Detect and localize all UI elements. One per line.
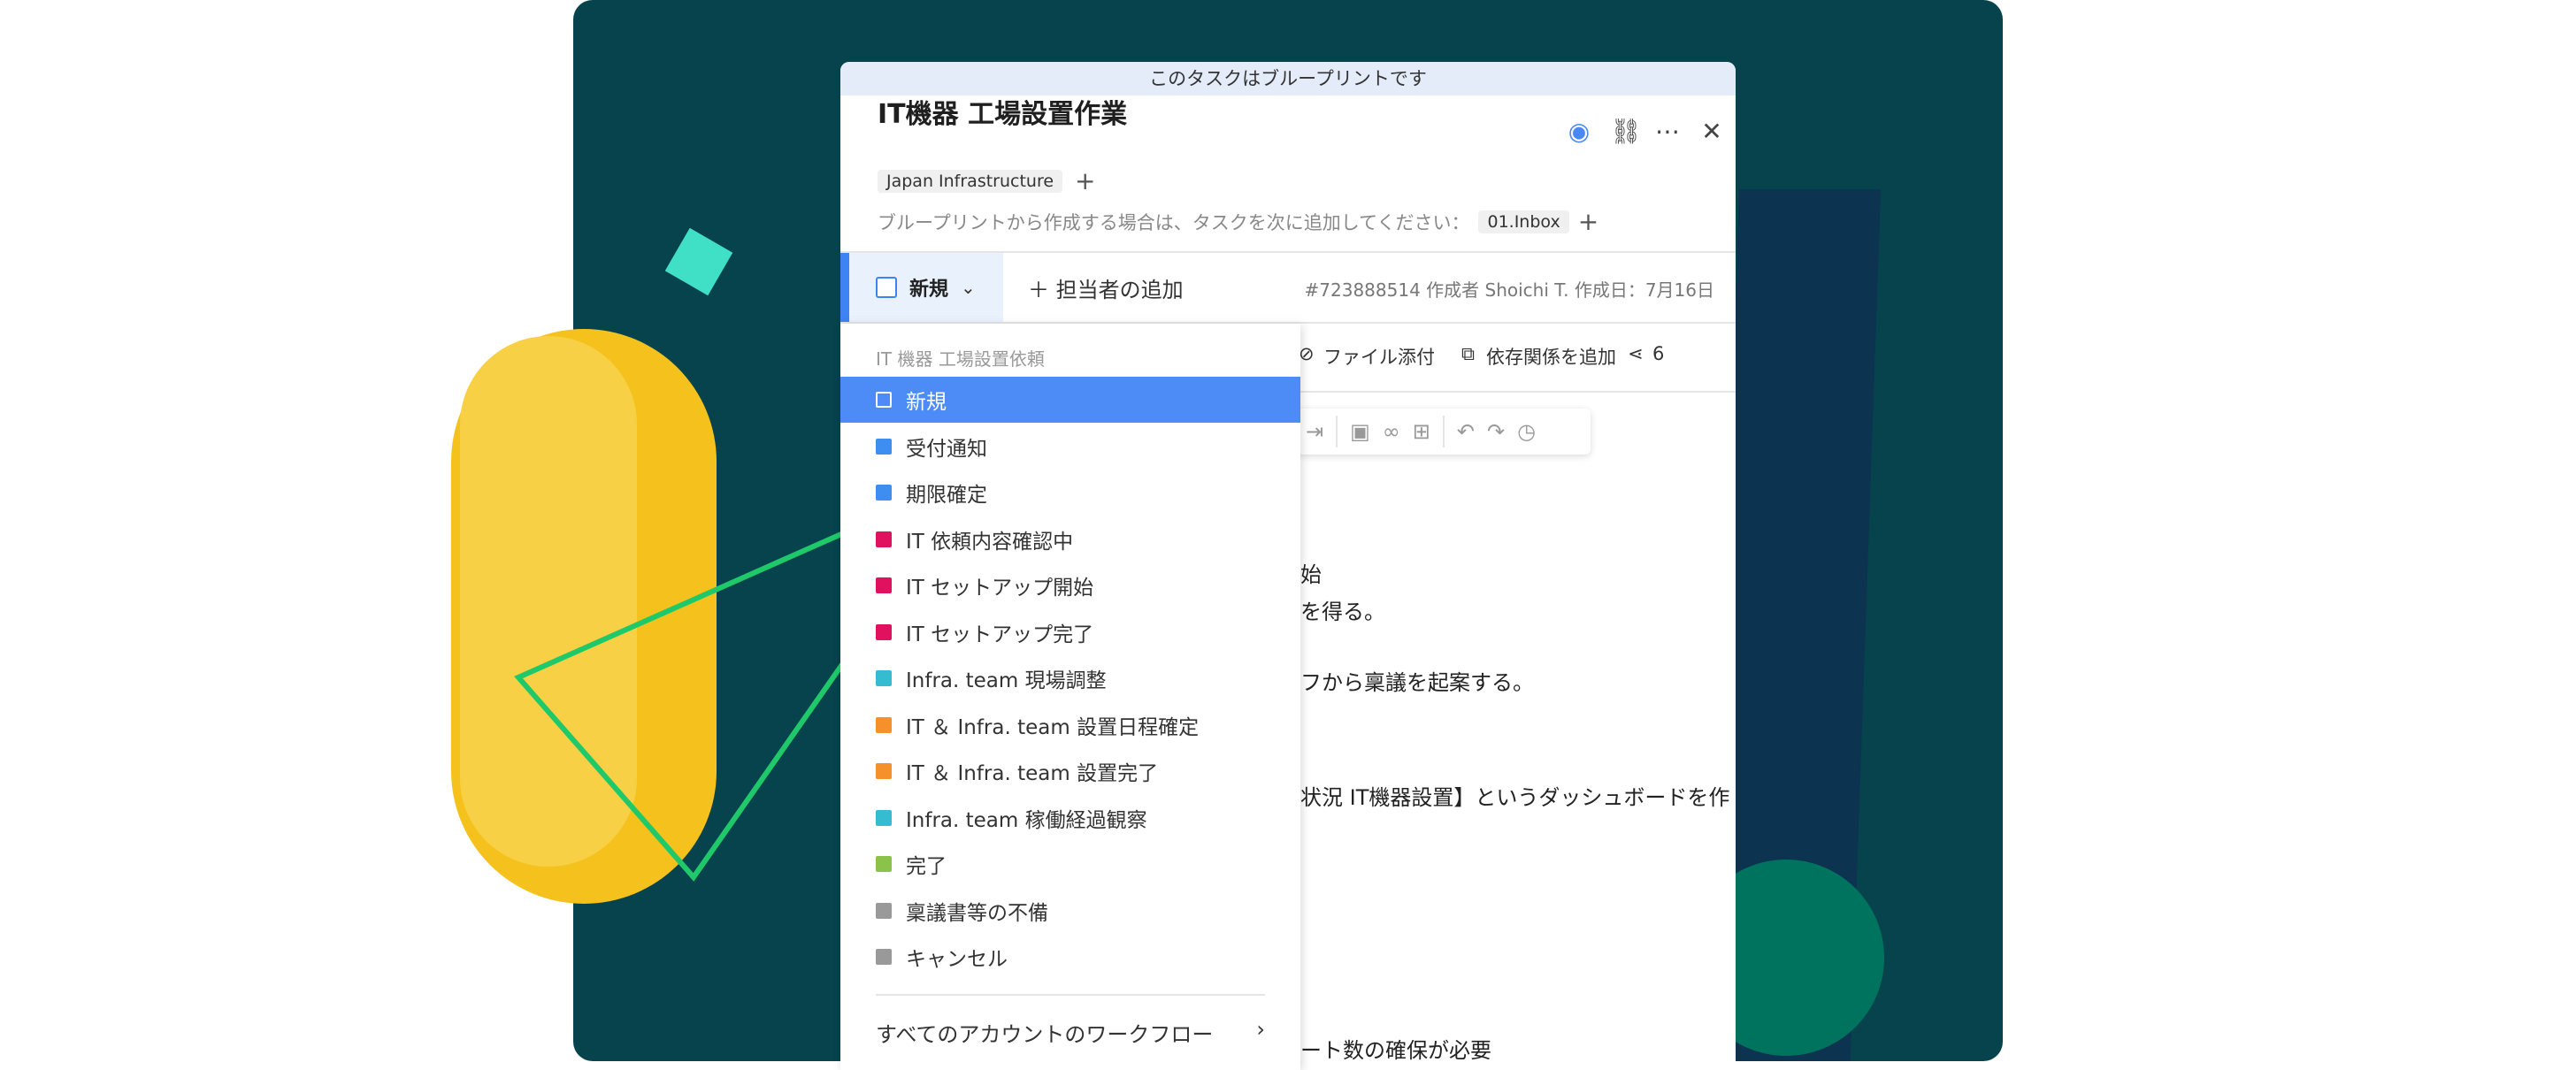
blueprint-row: ブループリントから作成する場合は、タスクを次に追加してください： 01.Inbo… <box>878 207 1598 236</box>
status-option-label: IT ＆ Infra. team 設置完了 <box>906 762 1159 785</box>
indent-icon[interactable]: ⇥ <box>1306 419 1323 444</box>
status-option-label: 新規 <box>906 391 947 414</box>
status-option-label: IT セットアップ完了 <box>906 623 1094 646</box>
add-assignee-button[interactable]: ＋ 担当者の追加 <box>1028 272 1184 303</box>
status-option[interactable]: IT セットアップ完了 <box>840 609 1300 655</box>
checkbox-icon <box>876 277 897 298</box>
status-option[interactable]: IT ＆ Infra. team 設置完了 <box>840 748 1300 794</box>
status-option-label: 完了 <box>906 855 947 878</box>
status-color-icon <box>876 716 892 733</box>
body-line[interactable]: ート数の確保が必要 <box>1300 1033 1491 1064</box>
editor-toolbar: ⇥ ▣ ∞ ⊞ ↶ ↷ ◷ <box>1297 409 1591 455</box>
table-icon[interactable]: ⊞ <box>1413 419 1430 444</box>
more-icon[interactable]: ⋯ <box>1654 117 1681 146</box>
status-option[interactable]: 受付通知 <box>840 424 1300 470</box>
share-count[interactable]: 6 <box>1652 343 1664 364</box>
redo-icon[interactable]: ↷ <box>1487 419 1505 444</box>
add-tag-icon[interactable]: + <box>1075 166 1095 195</box>
status-label: 新規 <box>909 279 949 301</box>
status-color-icon <box>876 577 892 593</box>
status-option-label: IT ＆ Infra. team 設置日程確定 <box>906 715 1200 739</box>
status-option-label: キャンセル <box>906 948 1008 971</box>
chevron-right-icon: › <box>1256 1017 1265 1042</box>
tag-row: Japan Infrastructure + <box>878 166 1096 195</box>
body-line[interactable]: を得る。 <box>1300 594 1385 625</box>
status-color-icon <box>876 438 892 455</box>
status-color-icon <box>876 856 892 872</box>
status-color-icon <box>876 623 892 640</box>
status-color-icon <box>876 809 892 826</box>
body-line[interactable]: 始 <box>1300 557 1322 588</box>
status-option[interactable]: IT セットアップ開始 <box>840 562 1300 608</box>
status-option[interactable]: IT 依頼内容確認中 <box>840 516 1300 562</box>
status-option[interactable]: 稟議書等の不備 <box>840 888 1300 934</box>
status-color-icon <box>876 949 892 965</box>
dependency-button[interactable]: 依存関係を追加 <box>1486 343 1616 370</box>
attach-icon[interactable]: ⊘ <box>1299 343 1315 364</box>
status-option[interactable]: 期限確定 <box>840 470 1300 516</box>
share-icon[interactable]: ⋖ <box>1628 343 1644 364</box>
status-bar: 新規 ⌄ ＋ 担当者の追加 #723888514 作成者 Shoichi T. … <box>840 251 1736 324</box>
history-icon[interactable]: ◷ <box>1517 419 1536 444</box>
undo-icon[interactable]: ↶ <box>1457 419 1475 444</box>
status-option[interactable]: 完了 <box>840 841 1300 887</box>
status-option-label: Infra. team 稼働経過観察 <box>906 808 1147 832</box>
body-line[interactable]: フから稟議を起案する。 <box>1300 665 1534 696</box>
status-dropdown-button[interactable]: 新規 ⌄ <box>840 253 1003 322</box>
status-option[interactable]: 新規 <box>840 377 1300 423</box>
status-color-icon <box>876 902 892 919</box>
header-icons: ◉ ⛓ ⋯ ✕ <box>1566 117 1725 146</box>
task-title[interactable]: IT機器 工場設置作業 <box>878 92 1127 131</box>
divider <box>876 994 1265 996</box>
status-dropdown-menu: IT 機器 工場設置依頼 新規受付通知期限確定 IT 依頼内容確認中 IT セットア… <box>840 324 1300 1070</box>
status-color-icon <box>876 485 892 501</box>
status-option-label: 稟議書等の不備 <box>906 901 1048 925</box>
all-workflows-link[interactable]: すべてのアカウントのワークフロー › <box>876 1017 1265 1048</box>
status-option-label: 期限確定 <box>906 484 987 507</box>
status-option[interactable]: キャンセル <box>840 934 1300 980</box>
status-option[interactable]: Infra. team 現場調整 <box>840 655 1300 701</box>
status-option-label: IT セットアップ開始 <box>906 577 1094 600</box>
folder-tag[interactable]: Japan Infrastructure <box>878 169 1063 193</box>
status-option-label: Infra. team 現場調整 <box>906 669 1107 692</box>
status-color-icon <box>876 763 892 779</box>
status-option-label: 受付通知 <box>906 437 987 461</box>
rss-icon[interactable]: ◉ <box>1566 117 1592 146</box>
task-meta: #723888514 作成者 Shoichi T. 作成日：7月16日 <box>1304 279 1714 301</box>
status-color-icon <box>876 531 892 547</box>
link-icon[interactable]: ⛓ <box>1610 117 1642 146</box>
blueprint-note: ブループリントから作成する場合は、タスクを次に追加してください： <box>878 211 1470 233</box>
close-icon[interactable]: ✕ <box>1698 117 1725 146</box>
attach-button[interactable]: ファイル添付 <box>1323 343 1435 370</box>
blueprint-folder-tag[interactable]: 01.Inbox <box>1478 210 1569 233</box>
add-folder-icon[interactable]: + <box>1578 207 1598 236</box>
body-line[interactable]: 状況 IT機器設置】というダッシュボードを作 <box>1300 780 1729 811</box>
status-option[interactable]: IT ＆ Infra. team 設置日程確定 <box>840 702 1300 748</box>
all-workflows-label: すべてのアカウントのワークフロー <box>876 1022 1214 1047</box>
status-option[interactable]: Infra. team 稼働経過観察 <box>840 795 1300 841</box>
status-option-label: IT 依頼内容確認中 <box>906 530 1074 554</box>
chevron-down-icon: ⌄ <box>961 277 976 298</box>
link-insert-icon[interactable]: ∞ <box>1383 419 1400 444</box>
image-icon[interactable]: ▣ <box>1350 419 1370 444</box>
workflow-name: IT 機器 工場設置依頼 <box>876 348 1045 370</box>
status-color-icon <box>876 392 892 408</box>
blueprint-banner: このタスクはブループリントです <box>840 62 1736 96</box>
status-color-icon <box>876 670 892 686</box>
dependency-icon[interactable]: ⧉ <box>1461 343 1475 365</box>
